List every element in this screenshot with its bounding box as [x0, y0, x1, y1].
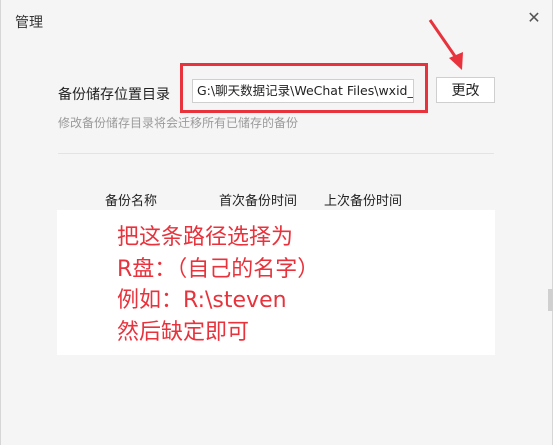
dialog-title: 管理: [15, 15, 43, 31]
annotation-note: 把这条路径选择为 R盘：（自己的名字） 例如：R:\steven 然后缺定即可: [117, 222, 319, 348]
close-icon[interactable]: ✕: [525, 8, 543, 27]
annotation-line-3: 例如：R:\steven: [117, 288, 287, 313]
manage-dialog: 管理 ✕ 备份储存位置目录 G:\聊天数据记录\WeChat Files\wxi…: [0, 0, 553, 445]
divider: [58, 153, 494, 154]
column-header-last-backup-time: 上次备份时间: [324, 194, 403, 209]
window-edge: [548, 289, 553, 311]
change-button[interactable]: 更改: [436, 77, 495, 103]
backup-hint: 修改备份储存目录将会迁移所有已储存的备份: [58, 116, 299, 130]
backup-dir-label: 备份储存位置目录: [58, 87, 170, 103]
column-header-first-backup-time: 首次备份时间: [219, 194, 298, 209]
annotation-line-2: R盘：（自己的名字）: [117, 256, 320, 282]
column-header-backup-name: 备份名称: [105, 194, 158, 209]
backup-path-field[interactable]: G:\聊天数据记录\WeChat Files\wxid_u2: [192, 79, 414, 103]
annotation-line-1: 把这条路径选择为: [117, 225, 294, 250]
annotation-line-4: 然后缺定即可: [117, 319, 250, 345]
